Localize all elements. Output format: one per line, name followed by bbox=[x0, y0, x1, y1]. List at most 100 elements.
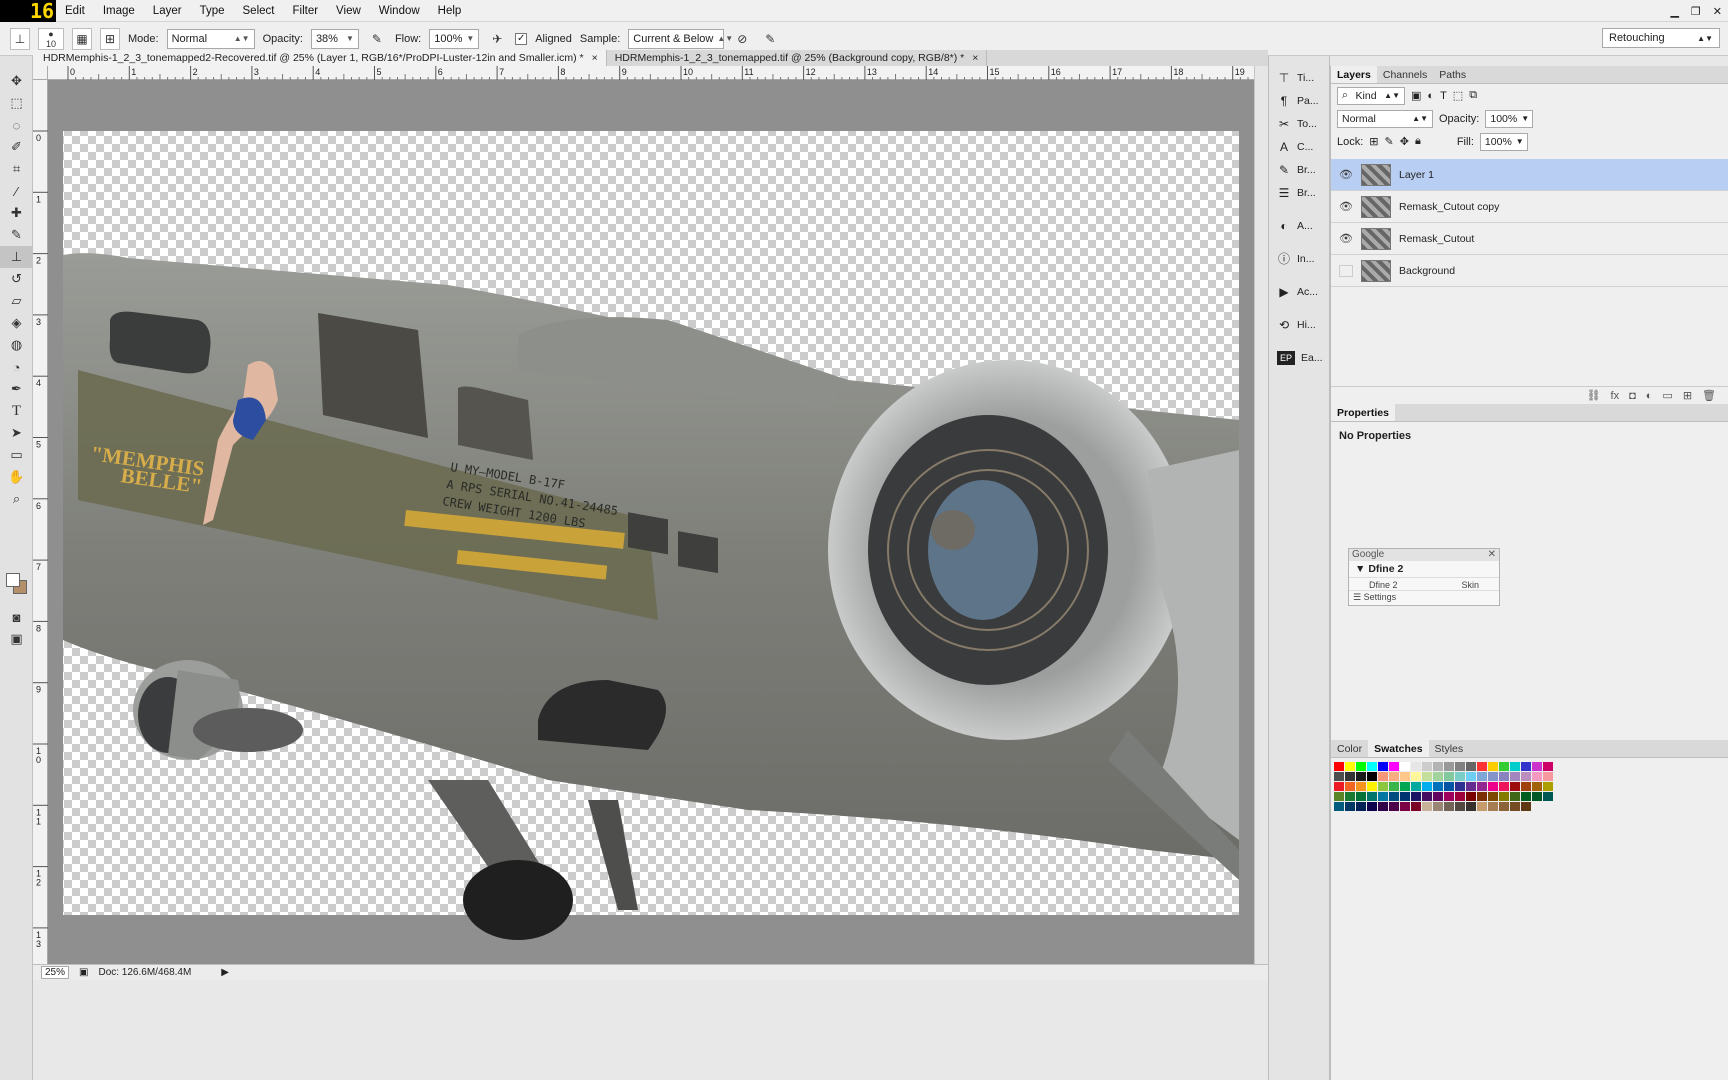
color-swatch[interactable] bbox=[1444, 802, 1454, 811]
color-swatch[interactable] bbox=[1367, 772, 1377, 781]
color-swatch[interactable] bbox=[1499, 782, 1509, 791]
color-swatch[interactable] bbox=[1466, 792, 1476, 801]
ruler-origin[interactable] bbox=[33, 66, 48, 80]
color-swatch[interactable] bbox=[1400, 802, 1410, 811]
lock-pixels-icon[interactable]: ✎ bbox=[1385, 135, 1394, 148]
fx-icon[interactable]: fx bbox=[1611, 390, 1620, 402]
color-swatch[interactable] bbox=[1477, 782, 1487, 791]
tab-layers[interactable]: Layers bbox=[1331, 66, 1377, 83]
zoom-tool-icon[interactable]: ⌕ bbox=[0, 488, 33, 510]
rectangle-tool-icon[interactable]: ▭ bbox=[0, 444, 33, 466]
close-icon[interactable]: ✕ bbox=[1488, 549, 1496, 561]
menu-view[interactable]: View bbox=[327, 0, 370, 22]
move-tool-icon[interactable]: ✥ bbox=[0, 70, 33, 92]
color-swatch[interactable] bbox=[1378, 792, 1388, 801]
color-swatch[interactable] bbox=[1367, 782, 1377, 791]
visibility-eye-icon[interactable]: 👁︎ bbox=[1339, 168, 1353, 181]
tab-color[interactable]: Color bbox=[1331, 740, 1368, 757]
pressure-opacity-icon[interactable]: ✎ bbox=[367, 28, 387, 50]
filter-shape-icon[interactable]: ⬚ bbox=[1453, 89, 1463, 102]
filter-type-icon[interactable]: T bbox=[1440, 90, 1447, 102]
color-swatch[interactable] bbox=[1411, 782, 1421, 791]
color-swatch[interactable] bbox=[1477, 762, 1487, 771]
color-swatch[interactable] bbox=[1510, 762, 1520, 771]
layer-opacity-input[interactable]: 100% ▼ bbox=[1485, 109, 1534, 128]
color-swatch[interactable] bbox=[1477, 772, 1487, 781]
mode-select[interactable]: Normal ▲▼ bbox=[166, 28, 255, 49]
color-swatch[interactable] bbox=[1411, 802, 1421, 811]
color-swatch[interactable] bbox=[1433, 772, 1443, 781]
quick-mask-icon[interactable]: ◙ bbox=[0, 606, 33, 628]
color-swatch[interactable] bbox=[1367, 762, 1377, 771]
color-swatch[interactable] bbox=[1345, 802, 1355, 811]
color-swatch[interactable] bbox=[1389, 792, 1399, 801]
zoom-level[interactable]: 25% bbox=[41, 966, 70, 979]
tab-close-icon[interactable]: × bbox=[972, 50, 978, 66]
lasso-tool-icon[interactable]: ◌ bbox=[0, 114, 33, 136]
google-palette-titlebar[interactable]: Google ✕ bbox=[1349, 549, 1499, 561]
color-swatch[interactable] bbox=[1411, 792, 1421, 801]
screen-mode-icon[interactable]: ▣ bbox=[0, 628, 33, 650]
color-swatch[interactable] bbox=[1367, 802, 1377, 811]
color-swatch[interactable] bbox=[1510, 772, 1520, 781]
flow-input[interactable]: 100% ▼ bbox=[429, 28, 480, 49]
vertical-ruler[interactable]: 012345678910111213 bbox=[33, 80, 48, 964]
color-swatch[interactable] bbox=[1510, 782, 1520, 791]
color-swatch[interactable] bbox=[1433, 782, 1443, 791]
color-swatch[interactable] bbox=[1488, 792, 1498, 801]
color-swatch[interactable] bbox=[1400, 772, 1410, 781]
menu-window[interactable]: Window bbox=[370, 0, 429, 22]
color-swatch[interactable] bbox=[1334, 762, 1344, 771]
clone-stamp-tool-icon[interactable]: ⊥ bbox=[10, 27, 30, 50]
panel-actions[interactable]: ▶ Ac... bbox=[1269, 280, 1329, 303]
new-group-icon[interactable]: ▭ bbox=[1662, 389, 1672, 402]
settings-row[interactable]: ☰ Settings bbox=[1349, 590, 1499, 604]
restore-icon[interactable]: ❐ bbox=[1691, 5, 1701, 18]
color-swatch[interactable] bbox=[1334, 772, 1344, 781]
color-swatch[interactable] bbox=[1422, 802, 1432, 811]
hand-tool-icon[interactable]: ✋ bbox=[0, 466, 33, 488]
color-swatch[interactable] bbox=[1345, 782, 1355, 791]
menu-select[interactable]: Select bbox=[234, 0, 284, 22]
sample-select[interactable]: Current & Below ▲▼ bbox=[628, 28, 733, 49]
color-swatch[interactable] bbox=[1521, 772, 1531, 781]
color-swatch[interactable] bbox=[1378, 762, 1388, 771]
color-swatch[interactable] bbox=[1543, 772, 1553, 781]
crop-tool-icon[interactable]: ⌗ bbox=[0, 158, 33, 180]
quick-selection-tool-icon[interactable]: ✐ bbox=[0, 136, 33, 158]
color-swatch[interactable] bbox=[1510, 792, 1520, 801]
color-swatch[interactable] bbox=[1345, 762, 1355, 771]
add-mask-icon[interactable]: ◘ bbox=[1629, 390, 1636, 402]
tab-document-2[interactable]: HDRMemphis-1_2_3_tonemapped.tif @ 25% (B… bbox=[607, 50, 988, 66]
canvas-area[interactable]: "MEMPHIS BELLE" U MY—MODEL B-17F A RPS S… bbox=[48, 80, 1254, 964]
color-swatch[interactable] bbox=[1389, 772, 1399, 781]
color-swatch[interactable] bbox=[1488, 762, 1498, 771]
color-swatch[interactable] bbox=[1345, 772, 1355, 781]
color-swatch[interactable] bbox=[1455, 762, 1465, 771]
color-swatch[interactable] bbox=[1400, 762, 1410, 771]
horizontal-ruler[interactable]: 0 1 2 3 4 5 6 7 8 9 10 11 12 13 14 15 16 17 18 19 bbox=[48, 66, 1287, 80]
document-canvas[interactable]: "MEMPHIS BELLE" U MY—MODEL B-17F A RPS S… bbox=[48, 80, 1254, 964]
color-swatch[interactable] bbox=[1422, 772, 1432, 781]
color-swatch[interactable] bbox=[1532, 792, 1542, 801]
close-icon[interactable]: ✕ bbox=[1713, 5, 1722, 18]
visibility-empty-box[interactable] bbox=[1339, 264, 1353, 277]
history-brush-tool-icon[interactable]: ↺ bbox=[0, 268, 33, 290]
color-swatch[interactable] bbox=[1521, 782, 1531, 791]
color-swatch[interactable] bbox=[1543, 782, 1553, 791]
airbrush-icon[interactable]: ✈ bbox=[487, 28, 507, 50]
menu-help[interactable]: Help bbox=[429, 0, 471, 22]
color-swatch[interactable] bbox=[1422, 762, 1432, 771]
aligned-checkbox[interactable]: ✓ bbox=[515, 32, 528, 45]
layer-row[interactable]: 👁︎ Layer 1 bbox=[1331, 159, 1728, 191]
blend-mode-select[interactable]: Normal ▲▼ bbox=[1337, 109, 1433, 128]
color-swatch[interactable] bbox=[1433, 792, 1443, 801]
color-swatch[interactable] bbox=[1532, 762, 1542, 771]
color-swatch[interactable] bbox=[1433, 762, 1443, 771]
color-swatch[interactable] bbox=[1521, 802, 1531, 811]
color-swatch[interactable] bbox=[1455, 792, 1465, 801]
lock-all-icon[interactable]: 🔒︎ bbox=[1415, 135, 1421, 148]
brush-tool-icon[interactable]: ✎ bbox=[0, 224, 33, 246]
color-swatch[interactable] bbox=[1433, 802, 1443, 811]
tab-channels[interactable]: Channels bbox=[1377, 66, 1433, 83]
